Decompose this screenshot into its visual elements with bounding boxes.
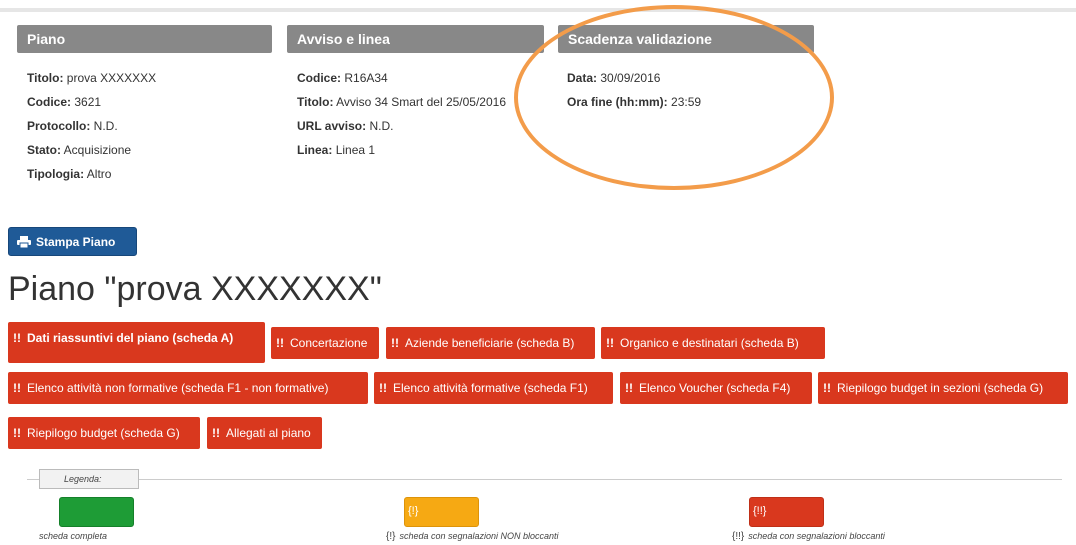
legend-divider [27, 479, 1062, 480]
info-value: 30/09/2016 [600, 71, 661, 85]
legend-swatch-blocking: {!!} [749, 497, 824, 527]
tab-elenco-voucher[interactable]: !! Elenco Voucher (scheda F4) [620, 372, 812, 404]
panel-title-avviso: Avviso e linea [297, 31, 390, 47]
scadenza-info: Data: 30/09/2016 Ora fine (hh:mm): 23:59 [567, 66, 701, 114]
tab-aziende-beneficiarie[interactable]: !! Aziende beneficiarie (scheda B) [386, 327, 595, 359]
info-value: Linea 1 [335, 143, 376, 157]
info-row: Protocollo: N.D. [27, 114, 156, 138]
info-row: Linea: Linea 1 [297, 138, 506, 162]
info-row: URL avviso: N.D. [297, 114, 506, 138]
info-row: Codice: R16A34 [297, 66, 506, 90]
tab-dati-riassuntivi[interactable]: !! Dati riassuntivi del piano (scheda A) [8, 322, 265, 363]
info-label: Ora fine (hh:mm): [567, 95, 668, 109]
page-title: Piano "prova XXXXXXX" [8, 270, 382, 308]
tab-concertazione[interactable]: !! Concertazione [271, 327, 379, 359]
tab-label: Concertazione [290, 336, 368, 350]
tab-label: Riepilogo budget in sezioni (scheda G) [837, 381, 1044, 395]
legend-desc-blocking: {!!} scheda con segnalazioni bloccanti [732, 531, 885, 542]
blocking-alert-mark: !! [276, 336, 284, 350]
top-divider [0, 8, 1076, 12]
tab-label: Dati riassuntivi del piano (scheda A) [27, 331, 234, 345]
blocking-alert-mark: !! [823, 381, 831, 395]
legend-swatch-warning: {!} [404, 497, 479, 527]
info-row: Ora fine (hh:mm): 23:59 [567, 90, 701, 114]
legend-label: Legenda: [39, 469, 139, 489]
tab-organico-destinatari[interactable]: !! Organico e destinatari (scheda B) [601, 327, 825, 359]
tab-label: Allegati al piano [226, 426, 311, 440]
panel-header-avviso: Avviso e linea [287, 25, 544, 53]
legend-desc-complete: scheda completa [39, 531, 107, 541]
tab-attivita-non-formative[interactable]: !! Elenco attività non formative (scheda … [8, 372, 368, 404]
info-label: Titolo: [297, 95, 334, 109]
info-row: Stato: Acquisizione [27, 138, 156, 162]
info-label: Stato: [27, 143, 61, 157]
info-label: Tipologia: [27, 167, 85, 181]
info-value: prova XXXXXXX [66, 71, 157, 85]
blocking-alert-mark: !! [13, 331, 21, 345]
info-value: N.D. [369, 119, 394, 133]
legend-code: {!!} [732, 531, 745, 542]
info-label: Linea: [297, 143, 333, 157]
panel-header-scadenza: Scadenza validazione [558, 25, 814, 53]
info-value: N.D. [93, 119, 118, 133]
legend-code: {!} [386, 531, 396, 542]
info-value: Altro [86, 167, 112, 181]
info-label: URL avviso: [297, 119, 367, 133]
info-value: Acquisizione [63, 143, 132, 157]
info-value: R16A34 [344, 71, 388, 85]
tab-attivita-formative[interactable]: !! Elenco attività formative (scheda F1) [374, 372, 613, 404]
legend-swatch-complete [59, 497, 134, 527]
panel-header-piano: Piano [17, 25, 272, 53]
info-row: Codice: 3621 [27, 90, 156, 114]
blocking-alert-mark: !! [391, 336, 399, 350]
info-label: Codice: [297, 71, 342, 85]
info-row: Data: 30/09/2016 [567, 66, 701, 90]
blocking-alert-mark: !! [606, 336, 614, 350]
panel-title-scadenza: Scadenza validazione [568, 31, 712, 47]
tab-label: Elenco attività non formative (scheda F1… [27, 381, 329, 395]
info-value: 3621 [74, 95, 102, 109]
info-row: Titolo: Avviso 34 Smart del 25/05/2016 [297, 90, 506, 114]
tab-riepilogo-budget-sezioni[interactable]: !! Riepilogo budget in sezioni (scheda G) [818, 372, 1068, 404]
stampa-piano-label: Stampa Piano [36, 234, 116, 249]
blocking-alert-mark: !! [379, 381, 387, 395]
legend-desc-warning: {!} scheda con segnalazioni NON bloccanti [386, 531, 559, 542]
tab-label: Aziende beneficiarie (scheda B) [405, 336, 575, 350]
info-value: Avviso 34 Smart del 25/05/2016 [336, 95, 506, 109]
tab-allegati[interactable]: !! Allegati al piano [207, 417, 322, 449]
info-label: Protocollo: [27, 119, 91, 133]
panel-title-piano: Piano [27, 31, 66, 47]
blocking-alert-mark: !! [13, 381, 21, 395]
legend-text: scheda completa [39, 531, 108, 541]
blocking-alert-mark: !! [13, 426, 21, 440]
info-label: Titolo: [27, 71, 64, 85]
info-row: Titolo: prova XXXXXXX [27, 66, 156, 90]
blocking-alert-mark: !! [625, 381, 633, 395]
printer-icon [17, 235, 31, 248]
legend-text: scheda con segnalazioni bloccanti [748, 531, 885, 541]
tab-riepilogo-budget[interactable]: !! Riepilogo budget (scheda G) [8, 417, 200, 449]
piano-info: Titolo: prova XXXXXXX Codice: 3621 Proto… [27, 66, 156, 186]
tab-label: Organico e destinatari (scheda B) [620, 336, 799, 350]
info-value: 23:59 [671, 95, 702, 109]
tab-label: Elenco attività formative (scheda F1) [393, 381, 588, 395]
blocking-alert-mark: !! [212, 426, 220, 440]
info-label: Data: [567, 71, 598, 85]
stampa-piano-button[interactable]: Stampa Piano [8, 227, 137, 256]
tab-label: Elenco Voucher (scheda F4) [639, 381, 791, 395]
tab-label: Riepilogo budget (scheda G) [27, 426, 180, 440]
info-label: Codice: [27, 95, 72, 109]
avviso-info: Codice: R16A34 Titolo: Avviso 34 Smart d… [297, 66, 506, 162]
legend-text: scheda con segnalazioni NON bloccanti [399, 531, 559, 541]
info-row: Tipologia: Altro [27, 162, 156, 186]
